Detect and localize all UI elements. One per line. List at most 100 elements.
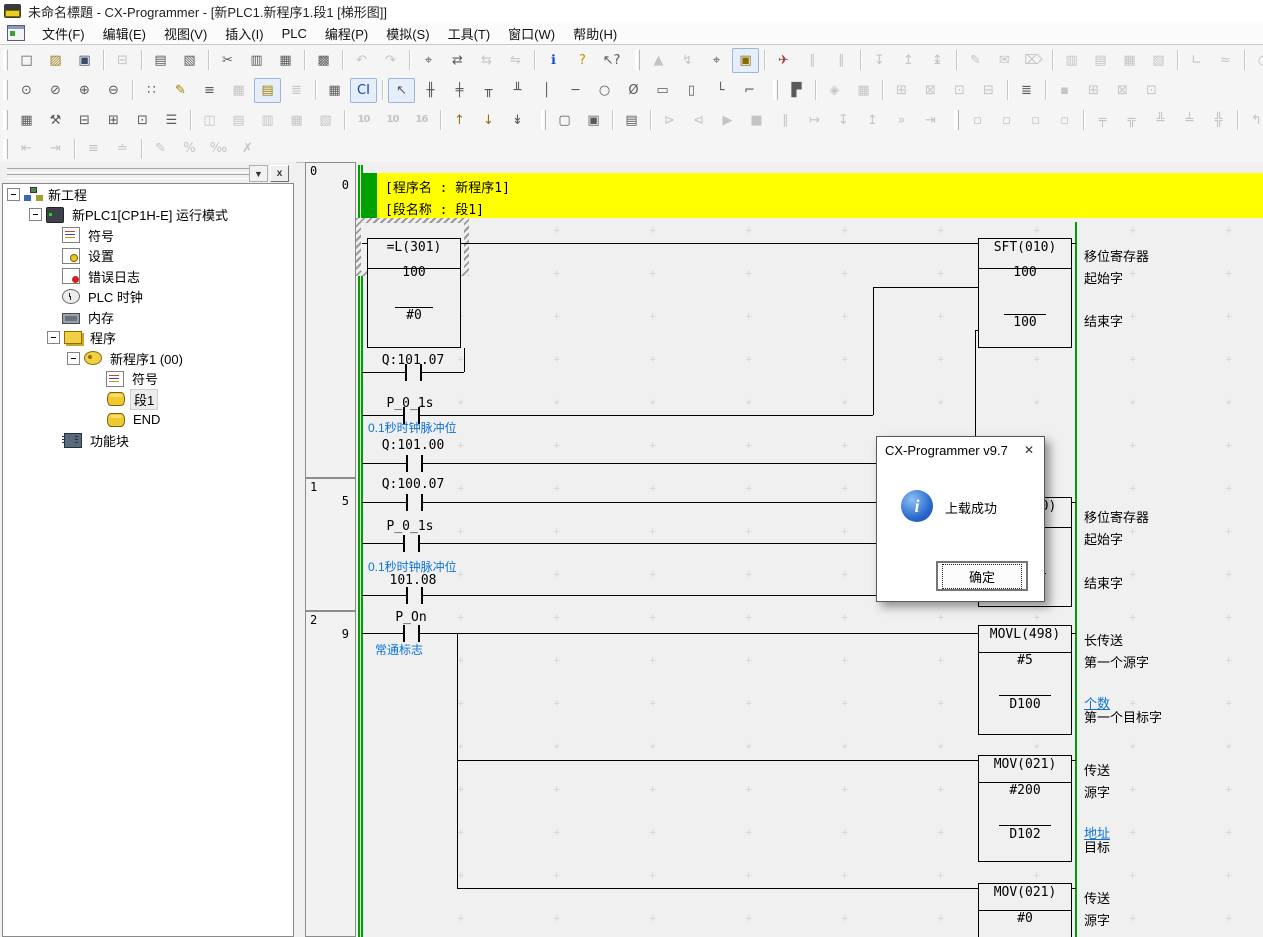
tree-item-plc-clock[interactable]: PLC 时钟 <box>3 287 293 308</box>
new-or-closed-contact-button[interactable]: ╨ <box>504 78 531 103</box>
tree-item-program1[interactable]: 新程序1 (00) <box>3 348 293 369</box>
io-comment-view-button[interactable]: ▦ <box>321 78 348 103</box>
show-grid-button[interactable]: ∷ <box>138 78 165 103</box>
contact-p-0-1s-rung1[interactable] <box>418 535 420 552</box>
paste-button[interactable]: ▦ <box>272 48 299 73</box>
show-hex-button[interactable]: 16 <box>408 108 435 133</box>
toolbar-grip[interactable] <box>541 110 546 130</box>
comment-permille-button[interactable]: ‰ <box>205 136 232 161</box>
program-block-view-button[interactable]: ▛ <box>783 78 810 103</box>
online-edit-delete-button[interactable]: ⊠ <box>917 78 944 103</box>
tree-expander-minus[interactable] <box>29 208 42 221</box>
operand-text[interactable]: Q:101.07 <box>382 354 445 368</box>
rung-margin-2[interactable]: 29 <box>305 611 356 937</box>
tree-item-programs[interactable]: 程序 <box>3 328 293 349</box>
operand-text[interactable]: =L(301) <box>387 241 442 255</box>
window-split-v-button[interactable]: ⊞ <box>100 108 127 133</box>
contact-p-on[interactable] <box>418 625 420 642</box>
contact-q-101-00[interactable] <box>421 455 423 472</box>
show-decimal-button[interactable]: 10 <box>350 108 377 133</box>
new-contact-button[interactable]: ╫ <box>417 78 444 103</box>
select-mode-button[interactable]: ↖ <box>388 78 415 103</box>
redo-button[interactable]: ↷ <box>377 48 404 73</box>
show-rung-comment-button[interactable]: ✎ <box>167 78 194 103</box>
debug-step-out-button[interactable]: ↥ <box>859 108 886 133</box>
operand-text[interactable]: P_On <box>395 611 426 625</box>
new-or-contact-button[interactable]: ╥ <box>475 78 502 103</box>
contact-q-100-07[interactable] <box>406 494 408 511</box>
pause-simulation-button[interactable]: ∥ <box>799 48 826 73</box>
operand-text[interactable]: SFT(010) <box>994 241 1057 255</box>
new-plc-instruction-button[interactable]: ▭ <box>649 78 676 103</box>
menu-edit[interactable]: 编辑(E) <box>94 22 155 45</box>
delete-segment-button[interactable]: ⌐ <box>736 78 763 103</box>
program-check-options-button[interactable]: ⌖ <box>703 48 730 73</box>
view-2-button[interactable]: ⊞ <box>1080 78 1107 103</box>
monitor-hold-button[interactable]: ▣ <box>580 108 607 133</box>
tree-item-symbols[interactable]: 符号 <box>3 225 293 246</box>
menu-simulation[interactable]: 模拟(S) <box>377 22 438 45</box>
view-split-button[interactable]: ◫ <box>196 108 223 133</box>
bit-on-button[interactable]: ▫ <box>964 108 991 133</box>
menu-file[interactable]: 文件(F) <box>33 22 94 45</box>
toolbar-grip[interactable] <box>3 110 8 130</box>
time-chart-monitor-button[interactable]: ≈ <box>1212 48 1239 73</box>
operand-text[interactable]: #0 <box>1017 912 1033 926</box>
workspace-close-button[interactable]: x <box>270 165 289 182</box>
contact-q-100-07[interactable] <box>421 494 423 511</box>
window-cascade-button[interactable]: ▦ <box>13 108 40 133</box>
debug-hand-on-button[interactable]: ⊳ <box>656 108 683 133</box>
zoom-region-button[interactable]: ⊘ <box>42 78 69 103</box>
operand-text[interactable]: P_0_1s <box>387 520 434 534</box>
view-mnemonic-button[interactable]: ▥ <box>254 108 281 133</box>
cycle-time-button[interactable]: ○ <box>1250 48 1263 73</box>
open-file-button[interactable]: ▨ <box>42 48 69 73</box>
new-horizontal-line-button[interactable]: ─ <box>562 78 589 103</box>
debug-run-button[interactable]: ▶ <box>714 108 741 133</box>
rung-comment-banner[interactable]: [程序名 : 新程序1][段名称 : 段1] <box>363 173 1263 218</box>
delete-vertical-button[interactable]: └ <box>707 78 734 103</box>
force-set-button[interactable]: ∟ <box>1183 48 1210 73</box>
contact-p-on[interactable] <box>403 625 405 642</box>
save-file-button[interactable]: ▣ <box>71 48 98 73</box>
menu-programming[interactable]: 编程(P) <box>316 22 377 45</box>
new-closed-contact-button[interactable]: ╪ <box>446 78 473 103</box>
tree-item-project[interactable]: 新工程 <box>3 184 293 205</box>
operand-text[interactable]: D102 <box>1009 828 1040 842</box>
show-symbols-bar-button[interactable]: ▤ <box>254 78 281 103</box>
zoom-tool-button[interactable]: ⊙ <box>13 78 40 103</box>
cut-button[interactable]: ✂ <box>214 48 241 73</box>
tree-item-plc[interactable]: 新PLC1[CP1H-E] 运行模式 <box>3 205 293 226</box>
new-closed-coil-button[interactable]: Ø <box>620 78 647 103</box>
window-split-h-button[interactable]: ⊟ <box>71 108 98 133</box>
find-next-button[interactable]: ⇆ <box>473 48 500 73</box>
operand-text[interactable]: #200 <box>1009 784 1040 798</box>
go-to-input-button[interactable]: ↑ <box>446 108 473 133</box>
online-edit-begin-button[interactable]: ✎ <box>962 48 989 73</box>
tree-item-section1[interactable]: 段1 <box>3 389 293 410</box>
transfer-to-plc-button[interactable]: ↧ <box>866 48 893 73</box>
online-edit-send-button[interactable]: ✉ <box>991 48 1018 73</box>
watch-window-button[interactable]: ▪ <box>1051 78 1078 103</box>
online-edit-insert-button[interactable]: ⊞ <box>888 78 915 103</box>
differential-down-button[interactable]: ╦ <box>1118 108 1145 133</box>
menu-window[interactable]: 窗口(W) <box>499 22 564 45</box>
stacked-layers-button[interactable]: ◈ <box>821 78 848 103</box>
bit-force-on-button[interactable]: ▫ <box>1022 108 1049 133</box>
tree-expander-minus[interactable] <box>67 352 80 365</box>
tree-expander-minus[interactable] <box>7 188 20 201</box>
debug-pause-button[interactable]: ∥ <box>772 108 799 133</box>
debug-next-button[interactable]: ↦ <box>801 108 828 133</box>
bit-off-button[interactable]: ▫ <box>993 108 1020 133</box>
outdent-rung-button[interactable]: ⇥ <box>42 136 69 161</box>
operand-text[interactable]: Q:100.07 <box>382 478 445 492</box>
transfer-from-plc-button[interactable]: ↥ <box>895 48 922 73</box>
operand-text[interactable]: Q:101.00 <box>382 439 445 453</box>
compare-with-plc-button[interactable]: ↨ <box>924 48 951 73</box>
zoom-in-button[interactable]: ⊕ <box>71 78 98 103</box>
online-edit-confirm-button[interactable]: ⊡ <box>946 78 973 103</box>
find-button[interactable]: ⌖ <box>415 48 442 73</box>
context-help-button[interactable]: ↖? <box>598 48 625 73</box>
toggle-bit-button[interactable]: ╬ <box>1205 108 1232 133</box>
ladder-diagram-view[interactable]: ++++++++++++++++++++++++++++++++++++++++… <box>305 162 1263 937</box>
